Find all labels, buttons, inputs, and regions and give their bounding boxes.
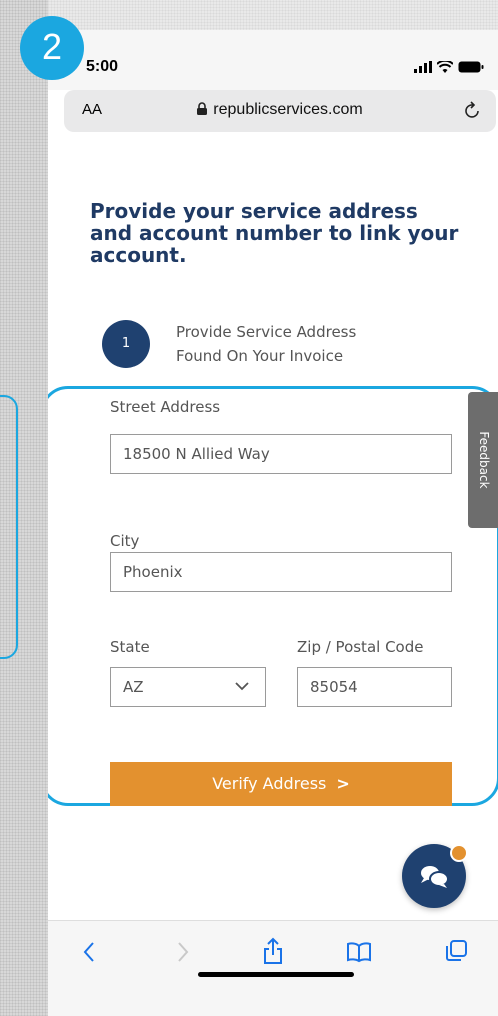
highlight-outline-left [0,395,18,659]
phone-screen: 5:00 AA republicservices.com Provide you… [48,30,498,1016]
zip-input[interactable]: 85054 [297,667,452,707]
city-input[interactable]: Phoenix [110,552,452,592]
chat-button[interactable] [402,844,468,908]
state-label: State [110,638,150,656]
tutorial-step-badge: 2 [20,16,84,80]
tabs-icon[interactable] [444,939,468,963]
city-label: City [110,532,140,550]
lock-icon [197,102,208,115]
signal-icon [413,61,432,73]
chevron-right-icon: > [336,774,350,793]
feedback-tab[interactable]: Feedback [468,392,498,528]
status-icons [413,58,484,77]
street-address-input[interactable]: 18500 N Allied Way [110,434,452,474]
home-indicator [198,972,354,977]
notification-dot [450,844,468,862]
feedback-label: Feedback [477,431,491,489]
back-arrow-icon[interactable] [82,941,96,963]
status-bar: 5:00 [48,30,498,90]
step-number-badge: 1 [102,320,150,368]
bookmarks-icon[interactable] [346,941,372,963]
share-icon[interactable] [262,937,284,965]
state-select[interactable]: AZ [110,667,266,707]
step-line-2: Found On Your Invoice [176,347,344,365]
forward-arrow-icon[interactable] [176,941,190,963]
verify-address-button[interactable]: Verify Address > [110,762,452,806]
url-text: republicservices.com [213,101,363,118]
url-bar[interactable]: AA republicservices.com [64,90,496,132]
verify-address-label: Verify Address [212,774,327,793]
reload-icon[interactable] [464,100,482,120]
browser-toolbar [48,920,498,1016]
street-address-label: Street Address [110,398,221,416]
page-heading: Provide your service address and account… [90,199,459,267]
battery-icon [458,61,484,73]
step-description: Provide Service Address Found On Your In… [176,320,416,368]
zip-label: Zip / Postal Code [297,638,424,656]
state-select-value: AZ [123,678,144,696]
step-line-1: Provide Service Address [176,323,357,341]
chevron-down-icon [235,682,249,691]
status-time: 5:00 [86,58,119,75]
url-display[interactable]: republicservices.com [64,101,496,119]
wifi-icon [436,59,454,73]
